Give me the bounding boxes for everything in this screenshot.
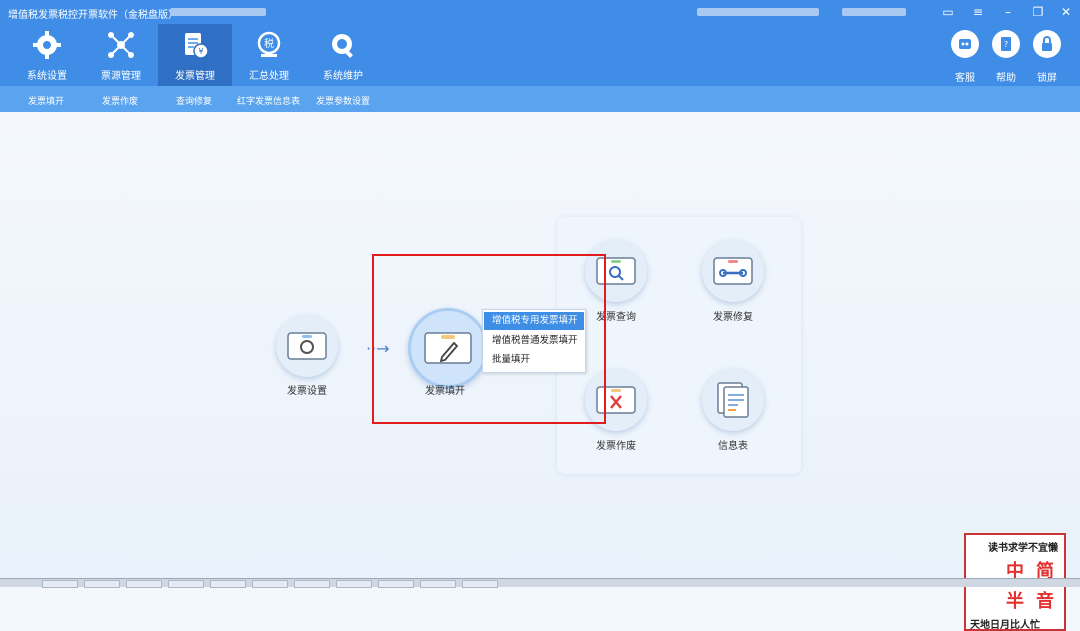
toolbar-summary[interactable]: 税 汇总处理 [232,24,306,86]
taskbar-button[interactable] [126,580,162,588]
main-toolbar: 系统设置 票源管理 ¥ 发票管理 税 汇总处理 系统维护 客服 ? 帮助 锁屏 [0,24,1080,86]
invoice-settings-node[interactable] [276,315,338,377]
taskbar-button[interactable] [168,580,204,588]
taskbar-button[interactable] [462,580,498,588]
redacted-text [697,8,819,16]
toolbar-maintenance[interactable]: 系统维护 [306,24,380,86]
svg-text:?: ? [1004,40,1008,49]
subnav-invoice-params[interactable]: 发票参数设置 [316,94,370,107]
taskbar-button[interactable] [336,580,372,588]
close-icon[interactable]: ✕ [1058,4,1074,20]
network-icon [108,32,134,58]
toolbar-label: 帮助 [996,73,1016,84]
help-book-icon: ? [1001,37,1011,51]
watermark-char: 音 [1036,591,1054,612]
toolbar-customer-service[interactable]: 客服 [945,28,985,84]
toolbar-label: 系统设置 [27,71,67,82]
redacted-text [170,8,266,16]
invoice-icon: ¥ [185,33,209,59]
menu-item-normal-invoice[interactable]: 增值税普通发票填开 [484,332,584,350]
toolbar-lock-screen[interactable]: 锁屏 [1027,28,1067,84]
info-table-label: 信息表 [718,441,748,452]
taskbar-button[interactable] [84,580,120,588]
toolbar-label: 汇总处理 [249,71,289,82]
watermark-top-text: 读书求学不宜懒 [988,543,1058,554]
invoice-type-menu: 增值税专用发票填开 增值税普通发票填开 批量填开 [482,309,586,373]
toolbar-label: 票源管理 [101,71,141,82]
toolbar-label: 发票管理 [175,71,215,82]
taskbar-button[interactable] [378,580,414,588]
toolbar-label: 锁屏 [1037,73,1057,84]
taskbar-button[interactable] [294,580,330,588]
maintenance-icon [332,34,353,58]
tax-summary-icon: 税 [257,31,281,57]
menu-item-special-invoice[interactable]: 增值税专用发票填开 [484,312,584,330]
sub-navigation: 发票填开 发票作废 查询修复 红字发票信息表 发票参数设置 [0,86,1080,112]
invoice-settings-label: 发票设置 [287,386,327,397]
subnav-red-invoice-info[interactable]: 红字发票信息表 [237,94,300,107]
invoice-repair-node[interactable] [702,240,764,302]
toolbar-help[interactable]: ? 帮助 [986,28,1026,84]
watermark-char: 半 [1006,591,1024,612]
taskbar-button[interactable] [42,580,78,588]
taskbar-button[interactable] [210,580,246,588]
toolbar-label: 客服 [955,73,975,84]
toolbar-label: 系统维护 [323,71,363,82]
menu-item-batch-issue[interactable]: 批量填开 [484,351,584,369]
svg-text:税: 税 [264,37,274,50]
toolbar-system-settings[interactable]: 系统设置 [10,24,84,86]
invoice-settings-icon [287,332,327,360]
taskbar-button[interactable] [252,580,288,588]
taskbar-button[interactable] [420,580,456,588]
menu-icon[interactable]: ≡ [970,4,986,20]
redacted-text [842,8,906,16]
subnav-query-repair[interactable]: 查询修复 [176,94,212,107]
toolbar-invoice-management[interactable]: ¥ 发票管理 [158,24,232,86]
minimize-icon[interactable]: – [1000,4,1016,20]
subnav-invoice-issue[interactable]: 发票填开 [28,94,64,107]
window-title: 增值税发票税控开票软件（金税盘版） [8,10,178,21]
gear-icon [33,31,61,59]
toolbar-ticket-source[interactable]: 票源管理 [84,24,158,86]
lock-icon [1042,36,1052,51]
robot-icon [959,39,971,49]
restore-icon[interactable]: ❐ [1030,4,1046,20]
watermark-bottom-text: 天地日月比人忙 [970,620,1040,631]
title-bar: 增值税发票税控开票软件（金税盘版） ▭ ≡ – ❐ ✕ [0,0,1080,24]
invoice-repair-icon [713,257,753,285]
invoice-repair-label: 发票修复 [713,312,753,323]
invoice-void-label: 发票作废 [596,441,636,452]
subnav-invoice-void[interactable]: 发票作废 [102,94,138,107]
info-table-icon [717,382,749,418]
chat-icon[interactable]: ▭ [940,4,956,20]
svg-text:¥: ¥ [198,47,203,56]
workflow-area: 发票设置 ··→ 发票填开 发票查询 发票修复 发票作废 信息表 增值税专用发票… [0,112,1080,631]
info-table-node[interactable] [702,369,764,431]
